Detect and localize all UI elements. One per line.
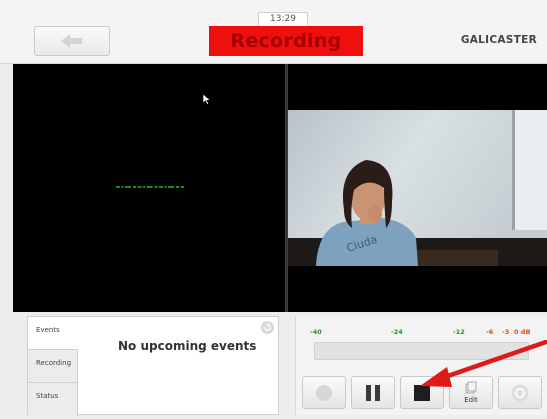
annotation-arrow xyxy=(420,340,547,387)
pause-button[interactable] xyxy=(351,376,395,409)
back-button[interactable] xyxy=(34,26,110,56)
meter-mark-0db: 0 dB xyxy=(514,328,531,336)
meter-mark-minus40: -40 xyxy=(310,328,322,336)
no-events-message: No upcoming events xyxy=(118,339,257,353)
record-button[interactable] xyxy=(302,376,346,409)
mouse-cursor-icon xyxy=(203,94,211,105)
pause-icon xyxy=(366,384,380,401)
audio-trace-line xyxy=(116,186,184,188)
camera-preview: Ciuda xyxy=(288,64,547,312)
arrow-left-icon xyxy=(61,34,82,48)
tab-events[interactable]: Events xyxy=(28,317,78,350)
meter-mark-minus6: -6 xyxy=(486,328,494,336)
tab-status[interactable]: Status xyxy=(28,383,78,416)
header-bar: 13:29 Recording GALICASTER xyxy=(0,0,547,64)
record-icon xyxy=(316,384,332,401)
recording-status-label: Recording xyxy=(209,26,363,56)
tab-recording[interactable]: Recording xyxy=(28,350,78,383)
clock-display: 13:29 xyxy=(258,12,308,26)
screen-capture-preview xyxy=(13,64,285,312)
events-panel: Events Recording Status No upcoming even… xyxy=(27,316,279,416)
galicaster-logo: GALICASTER xyxy=(460,34,537,46)
audio-meter-scale: -40 -24 -12 -6 -3 0 dB xyxy=(296,326,547,338)
meter-mark-minus3: -3 xyxy=(502,328,510,336)
meter-mark-minus12: -12 xyxy=(453,328,465,336)
presenter-video-frame: Ciuda xyxy=(288,110,547,266)
galicaster-recorder: 13:29 Recording GALICASTER Ciuda Events … xyxy=(0,0,547,419)
video-preview-area: Ciuda xyxy=(13,64,547,312)
refresh-icon[interactable] xyxy=(261,321,274,334)
edit-label: Edit xyxy=(464,396,478,404)
meter-mark-minus24: -24 xyxy=(391,328,403,336)
